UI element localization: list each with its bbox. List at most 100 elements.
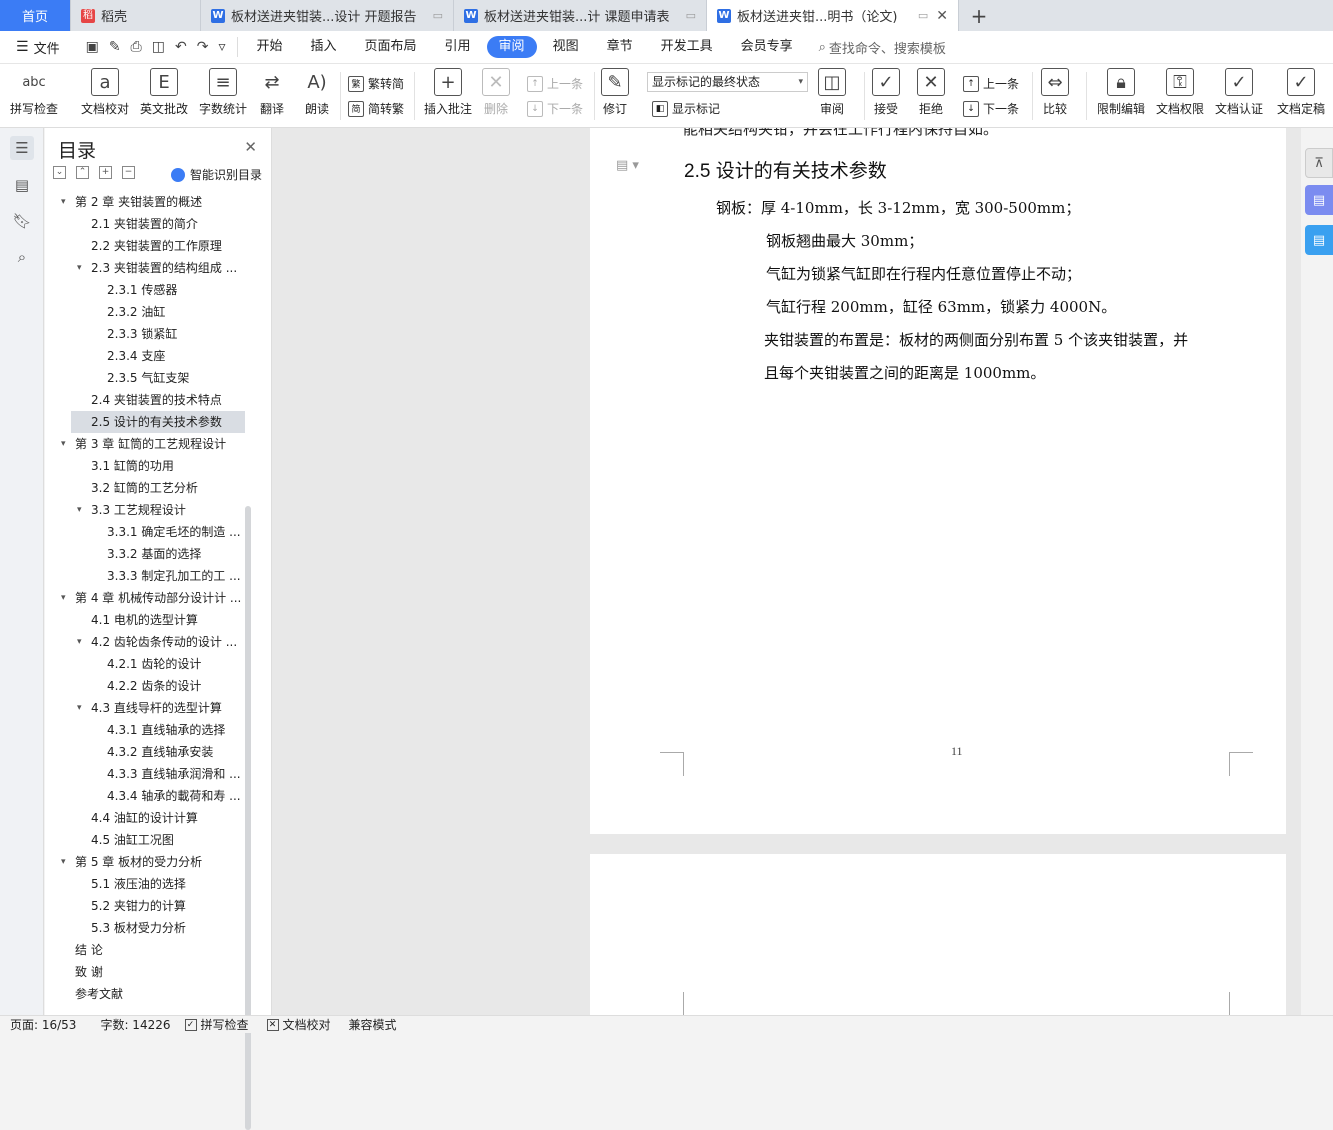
toc-item[interactable]: ▾ 3.3 工艺规程设计 [45,499,265,521]
simp-to-trad-button[interactable]: 简简转繁 [348,100,404,117]
toc-item[interactable]: 致 谢 [45,961,265,983]
doc-finalize-button[interactable]: ✓ 文档定稿 [1277,68,1325,117]
delete-comment-button[interactable]: ✕ 删除 [482,68,510,117]
tab-docer[interactable]: 稻稻壳 [71,0,201,31]
tab-doc-thesis[interactable]: W 板材送进夹钳...明书（论文) ▭ ✕ [707,0,959,31]
ribbon-tab-2[interactable]: 页面布局 [353,36,429,58]
toc-item[interactable]: 4.5 油缸工况图 [45,829,265,851]
toc-item[interactable]: 2.2 夹钳装置的工作原理 [45,235,265,257]
document-page[interactable] [590,854,1286,1015]
ribbon-tab-5[interactable]: 视图 [541,36,591,58]
toc-item[interactable]: 4.3.1 直线轴承的选择 [45,719,265,741]
toc-item[interactable]: 2.3.2 油缸 [45,301,265,323]
word-count-indicator[interactable]: 字数: 14226 [100,1016,170,1033]
toc-scrollbar[interactable] [245,506,251,1130]
reject-button[interactable]: ✕ 拒绝 [917,68,945,117]
close-tab-icon[interactable]: ✕ [936,8,948,24]
close-icon[interactable]: ✕ [244,138,257,156]
ribbon-tab-1[interactable]: 插入 [299,36,349,58]
toc-item[interactable]: 5.2 夹钳力的计算 [45,895,265,917]
read-aloud-button[interactable]: A) 朗读 [303,68,331,117]
next-change-button[interactable]: ↓ 下一条 [963,100,1019,117]
doc-proofread-button[interactable]: a 文档校对 [81,68,129,117]
translate-button[interactable]: ⇄ 翻译 [258,68,286,117]
tab-doc-proposal[interactable]: W 板材送进夹钳装...设计 开题报告 ▭ [201,0,454,31]
page-indicator[interactable]: 页面: 16/53 [10,1016,76,1033]
toc-item[interactable]: 4.3.3 直线轴承润滑和 ... [45,763,265,785]
compare-button[interactable]: ⇔ 比较 [1041,68,1069,117]
chapter-nav-icon[interactable]: ▤ [10,173,34,197]
collapse-all-icon[interactable]: ⌄ [53,166,66,179]
toc-item[interactable]: 5.3 板材受力分析 [45,917,265,939]
show-markup-button[interactable]: ◧ 显示标记 [652,100,720,117]
ribbon-tab-6[interactable]: 章节 [595,36,645,58]
toc-panel-icon[interactable]: ☰ [10,136,34,160]
spell-check-toggle[interactable]: ✓ 拼写检查 [184,1016,249,1033]
toc-item[interactable]: 结 论 [45,939,265,961]
proofread-toggle[interactable]: ✕ 文档校对 [266,1016,331,1033]
toc-item[interactable]: 3.1 缸筒的功用 [45,455,265,477]
review-pane-button[interactable]: ◫ 审阅 [818,68,846,117]
toc-item[interactable]: 2.4 夹钳装置的技术特点 [45,389,265,411]
ribbon-tab-4[interactable]: 审阅 [486,36,537,58]
restrict-editing-button[interactable]: 🔒︎ 限制编辑 [1097,68,1145,117]
search-icon[interactable]: ⌕ [10,245,34,269]
toc-item[interactable]: ▾ 4.2 齿轮齿条传动的设计 ... [45,631,265,653]
toc-item[interactable]: 4.3.2 直线轴承安装 [45,741,265,763]
chevron-down-icon[interactable]: ▾ [77,631,82,653]
toc-item[interactable]: 2.3.3 锁紧缸 [45,323,265,345]
review-panel-icon[interactable]: ▤ [1305,185,1333,215]
ribbon-tab-3[interactable]: 引用 [433,36,483,58]
file-menu[interactable]: ☰ 文件 [0,38,74,57]
insert-comment-button[interactable]: + 插入批注 [424,68,472,117]
english-correct-button[interactable]: E 英文批改 [140,68,188,117]
toc-item[interactable]: ▾ 2.3 夹钳装置的结构组成 ... [45,257,265,279]
toc-item[interactable]: ▾ 4.3 直线导杆的选型计算 [45,697,265,719]
doc-certify-button[interactable]: ✓ 文档认证 [1215,68,1263,117]
redo-icon[interactable]: ↷ [197,39,209,55]
tab-doc-application[interactable]: W 板材送进夹钳装...计 课题申请表 ▭ [454,0,707,31]
toc-item[interactable]: 4.4 油缸的设计计算 [45,807,265,829]
ribbon-tab-0[interactable]: 开始 [244,36,294,58]
remove-heading-icon[interactable]: − [122,166,135,179]
toc-item[interactable]: 2.1 夹钳装置的简介 [45,213,265,235]
print-preview-icon[interactable]: ◫ [152,39,165,55]
proofread-panel-icon[interactable]: ▤ [1305,225,1333,255]
toc-item[interactable]: 2.3.4 支座 [45,345,265,367]
bookmark-icon[interactable]: 🔖︎ [10,209,34,233]
toc-item[interactable]: 4.1 电机的选型计算 [45,609,265,631]
save-icon[interactable]: ▣ [86,39,99,55]
toc-item[interactable]: 4.2.2 齿条的设计 [45,675,265,697]
trad-to-simp-button[interactable]: 繁繁转简 [348,75,404,92]
toc-item[interactable]: 参考文献 [45,983,265,1005]
chevron-down-icon[interactable]: ▾ [77,697,82,719]
markup-state-select[interactable]: 显示标记的最终状态 ▾ [647,72,808,92]
command-search[interactable]: ⌕ 查找命令、搜索模板 [819,38,946,57]
tab-home[interactable]: 首页 [0,0,71,31]
customize-icon[interactable]: ▿ [218,39,225,55]
toc-item[interactable]: 2.3.5 气缸支架 [45,367,265,389]
toc-item[interactable]: ▾ 第 2 章 夹钳装置的概述 [45,191,265,213]
toc-item[interactable]: ▾ 第 5 章 板材的受力分析 [45,851,265,873]
toc-item[interactable]: 3.3.1 确定毛坯的制造 ... [45,521,265,543]
toc-item[interactable]: ▾ 第 3 章 缸筒的工艺规程设计 [45,433,265,455]
toc-item[interactable]: 3.3.3 制定孔加工的工 ... [45,565,265,587]
toc-item[interactable]: ▾ 第 4 章 机械传动部分设计计 ... [45,587,265,609]
toc-item[interactable]: 2.5 设计的有关技术参数 [71,411,245,433]
toc-item[interactable]: 5.1 液压油的选择 [45,873,265,895]
add-heading-icon[interactable]: + [99,166,112,179]
chevron-down-icon[interactable]: ▾ [61,587,66,609]
ribbon-tab-8[interactable]: 会员专享 [729,36,805,58]
print-icon[interactable]: ⎙ [131,39,142,55]
window-icon[interactable]: ▭ [918,9,928,22]
new-tab-icon[interactable]: + [959,0,999,31]
accept-button[interactable]: ✓ 接受 [872,68,900,117]
window-icon[interactable]: ▭ [686,9,696,22]
toc-item[interactable]: 3.2 缸筒的工艺分析 [45,477,265,499]
toc-item[interactable]: 2.3.1 传感器 [45,279,265,301]
prev-change-button[interactable]: ↑ 上一条 [963,75,1019,92]
undo-icon[interactable]: ↶ [175,39,187,55]
next-comment-button[interactable]: ↓ 下一条 [527,100,583,117]
document-canvas[interactable]: 能相关结构夹钳，并会在工作行程内保持自如。 ▤ ▾ 2.5 设计的有关技术参数 … [272,128,1301,1015]
expand-up-icon[interactable]: ⌃ [76,166,89,179]
